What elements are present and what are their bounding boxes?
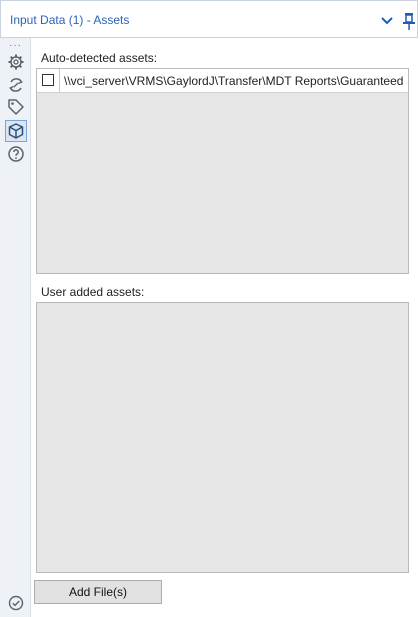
asset-path: \\vci_server\VRMS\GaylordJ\Transfer\MDT … bbox=[64, 74, 404, 88]
help-icon[interactable] bbox=[7, 145, 25, 163]
window-title: Input Data (1) - Assets bbox=[10, 13, 130, 27]
pin-icon[interactable] bbox=[402, 12, 416, 30]
gear-icon[interactable] bbox=[7, 53, 25, 71]
asset-checkbox[interactable] bbox=[42, 74, 54, 86]
refresh-icon[interactable] bbox=[7, 76, 25, 94]
tag-icon[interactable] bbox=[7, 98, 25, 116]
user-added-label: User added assets: bbox=[41, 285, 145, 299]
title-bar: Input Data (1) - Assets bbox=[0, 0, 418, 38]
asset-row[interactable]: \\vci_server\VRMS\GaylordJ\Transfer\MDT … bbox=[37, 69, 408, 93]
assets-tab[interactable] bbox=[5, 120, 27, 142]
column-divider bbox=[59, 69, 60, 93]
auto-detected-assets-list[interactable]: \\vci_server\VRMS\GaylordJ\Transfer\MDT … bbox=[36, 68, 409, 274]
ellipsis-icon[interactable]: ··· bbox=[9, 40, 22, 51]
chevron-down-icon[interactable] bbox=[379, 13, 395, 29]
cube-icon bbox=[8, 123, 24, 139]
add-files-button[interactable]: Add File(s) bbox=[34, 580, 162, 604]
auto-detected-label: Auto-detected assets: bbox=[41, 51, 158, 65]
user-added-assets-list[interactable] bbox=[36, 302, 409, 573]
check-circle-icon[interactable] bbox=[8, 595, 24, 611]
